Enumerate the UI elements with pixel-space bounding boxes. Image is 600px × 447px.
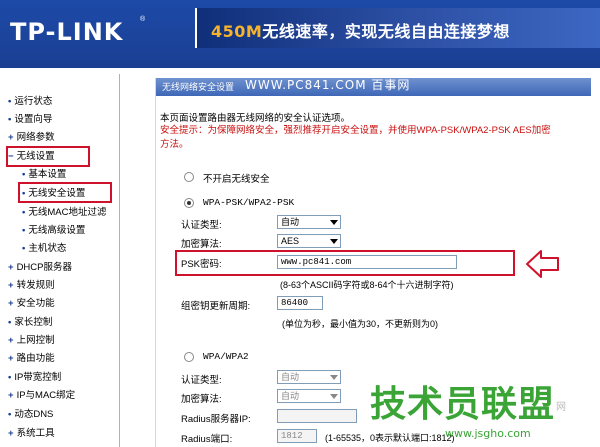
radio-no-security[interactable] — [184, 172, 194, 182]
bullet-icon: • — [8, 372, 12, 383]
select-wpa-encrypt[interactable]: 自动 — [277, 389, 341, 403]
label-group-key: 组密钥更新周期: — [181, 301, 251, 312]
slogan-highlight: 450M — [211, 22, 263, 41]
psk-hint: (8-63个ASCII码字符或8-64个十六进制字符) — [280, 280, 454, 290]
label-wpa-psk: WPA-PSK/WPA2-PSK — [203, 197, 295, 208]
sidebar-item-dhcp[interactable]: + DHCP服务器 — [8, 260, 72, 276]
bullet-icon: + — [8, 428, 14, 439]
label-radius-ip: Radius服务器IP: — [181, 414, 251, 425]
sidebar-item-ip-mac[interactable]: + IP与MAC绑定 — [8, 388, 75, 404]
radius-port-hint: (1-65535，0表示默认端口:1812) — [325, 433, 455, 443]
bullet-icon: • — [22, 207, 26, 218]
sidebar-item-security[interactable]: + 安全功能 — [8, 296, 55, 312]
sidebar-item-wireless-basic[interactable]: • 基本设置 — [22, 167, 66, 183]
registered-mark: ® — [140, 16, 146, 23]
jsgho-side-mark: 网 — [556, 402, 566, 413]
sidebar-item-wireless-advanced[interactable]: • 无线高级设置 — [22, 223, 85, 239]
security-warning: 安全提示：为保障网络安全，强烈推荐开启安全设置，并使用WPA-PSK/WPA2-… — [160, 125, 551, 150]
label-psk: PSK密码: — [181, 259, 222, 270]
bullet-icon: + — [8, 132, 14, 143]
sidebar-item-ddns[interactable]: • 动态DNS — [8, 407, 53, 423]
sidebar-item-routing[interactable]: + 路由功能 — [8, 351, 55, 367]
radio-wpa[interactable] — [184, 352, 194, 362]
bullet-icon: + — [8, 280, 14, 291]
radius-port-input[interactable]: 1812 — [277, 429, 317, 443]
highlight-box-wireless-security — [18, 182, 112, 203]
label-no-security: 不开启无线安全 — [203, 174, 270, 185]
select-wpa-auth[interactable]: 自动 — [277, 370, 341, 384]
dropdown-arrow-icon — [330, 375, 338, 380]
sidebar-item-wizard[interactable]: • 设置向导 — [8, 112, 52, 128]
radius-ip-input[interactable] — [277, 409, 357, 423]
slogan-text: 450M无线速率，实现无线自由连接梦想 — [211, 18, 510, 42]
sidebar-menu: • 运行状态 • 设置向导 + 网络参数 − 无线设置 • 基本设置 • 无线安全设置 • 无… — [0, 74, 120, 447]
header: TP-LINK ® 450M无线速率，实现无线自由连接梦想 — [0, 0, 600, 68]
bullet-icon: + — [8, 353, 14, 364]
radio-wpa-psk[interactable] — [184, 198, 194, 208]
slogan-rest: 无线速率，实现无线自由连接梦想 — [262, 22, 510, 41]
psk-password-input[interactable]: www.pc841.com — [277, 255, 457, 269]
sidebar-item-parental[interactable]: • 家长控制 — [8, 315, 52, 331]
group-key-period-input[interactable]: 86400 — [277, 296, 323, 310]
sidebar-item-access-control[interactable]: + 上网控制 — [8, 333, 55, 349]
bullet-icon: + — [8, 262, 14, 273]
jsgho-url: www.jsgho.com — [445, 427, 531, 440]
select-auth-type[interactable]: 自动 — [277, 215, 341, 229]
dropdown-arrow-icon — [330, 239, 338, 244]
jsgho-watermark: 技术员联盟 — [370, 384, 556, 425]
bullet-icon: • — [8, 317, 12, 328]
bullet-icon: + — [8, 335, 14, 346]
sidebar-item-network[interactable]: + 网络参数 — [8, 130, 55, 146]
bullet-icon: • — [8, 96, 12, 107]
bullet-icon: • — [8, 409, 12, 420]
label-auth-type: 认证类型: — [181, 220, 222, 231]
bullet-icon: + — [8, 390, 14, 401]
sidebar-item-mac-filter[interactable]: • 无线MAC地址过滤 — [22, 205, 106, 221]
sidebar-item-forwarding[interactable]: + 转发规则 — [8, 278, 55, 294]
left-arrow-icon — [526, 250, 559, 278]
sidebar-item-bandwidth[interactable]: • IP带宽控制 — [8, 370, 61, 386]
bullet-icon: • — [8, 114, 12, 125]
dropdown-arrow-icon — [330, 394, 338, 399]
dropdown-arrow-icon — [330, 220, 338, 225]
page-description: 本页面设置路由器无线网络的安全认证选项。 — [160, 113, 351, 124]
label-wpa: WPA/WPA2 — [203, 351, 249, 362]
tp-link-logo: TP-LINK — [10, 18, 124, 46]
slogan-banner: 450M无线速率，实现无线自由连接梦想 — [195, 8, 600, 48]
label-encrypt: 加密算法: — [181, 239, 222, 250]
highlight-box-wireless — [6, 146, 90, 167]
pc841-watermark: WWW.PC841.COM 百事网 — [245, 78, 411, 92]
bullet-icon: • — [22, 225, 26, 236]
sidebar-item-status[interactable]: • 运行状态 — [8, 94, 52, 110]
label-wpa-auth: 认证类型: — [181, 375, 222, 386]
group-key-hint: (单位为秒，最小值为30，不更新则为0) — [282, 319, 439, 329]
bullet-icon: • — [22, 169, 26, 180]
label-wpa-encrypt: 加密算法: — [181, 394, 222, 405]
sidebar-item-host-status[interactable]: • 主机状态 — [22, 241, 66, 257]
select-encrypt[interactable]: AES — [277, 234, 341, 248]
label-radius-port: Radius端口: — [181, 434, 233, 445]
bullet-icon: • — [22, 243, 26, 254]
bullet-icon: + — [8, 298, 14, 309]
sidebar-item-system-tools[interactable]: + 系统工具 — [8, 426, 55, 442]
